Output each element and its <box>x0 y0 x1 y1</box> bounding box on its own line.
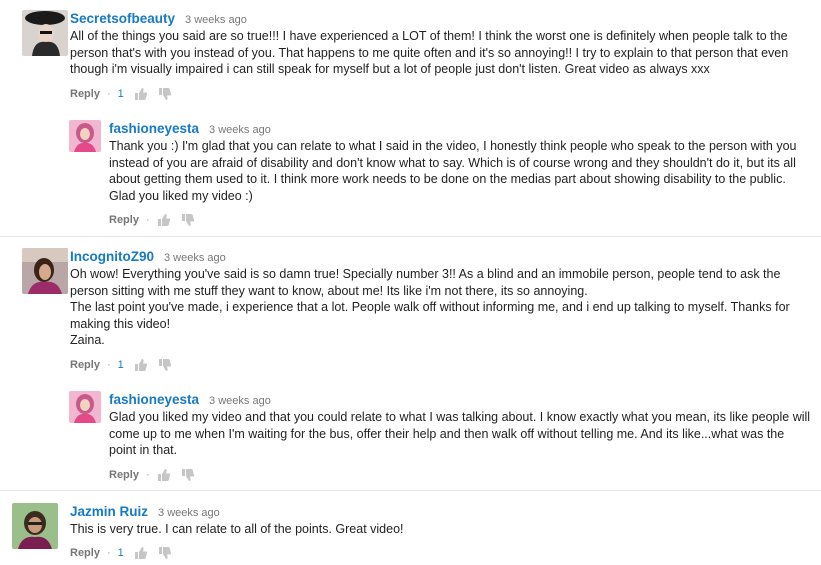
comment-paragraph: Oh wow! Everything you've said is so dam… <box>70 267 781 298</box>
comment-paragraph: Zaina. <box>70 333 105 347</box>
thumbs-down-icon[interactable] <box>158 358 172 372</box>
comment-timestamp[interactable]: 3 weeks ago <box>185 14 247 26</box>
comment-author[interactable]: IncognitoZ90 <box>70 249 154 264</box>
comment-text: This is very true. I can relate to all o… <box>70 521 810 538</box>
thumbs-down-icon[interactable] <box>158 546 172 560</box>
thumbs-up-icon[interactable] <box>134 546 148 560</box>
comment-paragraph: This is very true. I can relate to all o… <box>70 522 404 536</box>
separator-dot: · <box>106 546 111 559</box>
avatar[interactable] <box>12 503 58 549</box>
separator-dot: · <box>145 468 150 481</box>
comment-text: Glad you liked my video and that you cou… <box>109 409 814 459</box>
comment-text: Thank you :) I'm glad that you can relat… <box>109 138 814 204</box>
reply-button[interactable]: Reply <box>70 86 100 102</box>
avatar[interactable] <box>69 120 101 152</box>
comment-actions: Reply · 1 <box>70 86 810 102</box>
comment-timestamp[interactable]: 3 weeks ago <box>209 124 271 136</box>
avatar[interactable] <box>69 391 101 423</box>
comment-timestamp[interactable]: 3 weeks ago <box>164 252 226 264</box>
thumbs-up-icon[interactable] <box>134 358 148 372</box>
comment-text: Oh wow! Everything you've said is so dam… <box>70 266 810 349</box>
reply-button[interactable]: Reply <box>70 357 100 373</box>
separator-dot: · <box>106 358 111 371</box>
reply-button[interactable]: Reply <box>70 545 100 561</box>
comment-timestamp[interactable]: 3 weeks ago <box>209 395 271 407</box>
comment-paragraph: Glad you liked my video and that you cou… <box>109 410 811 457</box>
like-count: 1 <box>117 87 124 100</box>
thumbs-up-icon[interactable] <box>157 468 171 482</box>
comment-paragraph: All of the things you said are so true!!… <box>70 29 789 76</box>
reply-button[interactable]: Reply <box>109 467 139 483</box>
like-count: 1 <box>117 358 124 371</box>
thumbs-up-icon[interactable] <box>157 213 171 227</box>
reply-button[interactable]: Reply <box>109 212 139 228</box>
thumbs-down-icon[interactable] <box>158 87 172 101</box>
comment-timestamp[interactable]: 3 weeks ago <box>158 507 220 519</box>
separator-dot: · <box>106 87 111 100</box>
thumbs-down-icon[interactable] <box>181 468 195 482</box>
thumbs-down-icon[interactable] <box>181 213 195 227</box>
comment-author[interactable]: Secretsofbeauty <box>70 11 175 26</box>
avatar[interactable] <box>22 248 68 294</box>
comment-paragraph: The last point you've made, i experience… <box>70 300 790 331</box>
avatar[interactable] <box>22 10 68 56</box>
comment-actions: Reply · <box>109 467 814 483</box>
like-count: 1 <box>117 546 124 559</box>
comment-author[interactable]: fashioneyesta <box>109 121 199 136</box>
comment-author[interactable]: Jazmin Ruiz <box>70 504 148 519</box>
comment-actions: Reply · 1 <box>70 545 810 561</box>
separator-dot: · <box>145 214 150 226</box>
comment-actions: Reply · 1 <box>70 357 810 373</box>
thumbs-up-icon[interactable] <box>134 87 148 101</box>
comment-author[interactable]: fashioneyesta <box>109 392 199 407</box>
thread-divider <box>0 236 821 237</box>
comment-actions: Reply · <box>109 212 814 228</box>
comment-text: All of the things you said are so true!!… <box>70 28 810 78</box>
thread-divider <box>0 490 821 491</box>
comment-paragraph: Thank you :) I'm glad that you can relat… <box>109 139 797 203</box>
